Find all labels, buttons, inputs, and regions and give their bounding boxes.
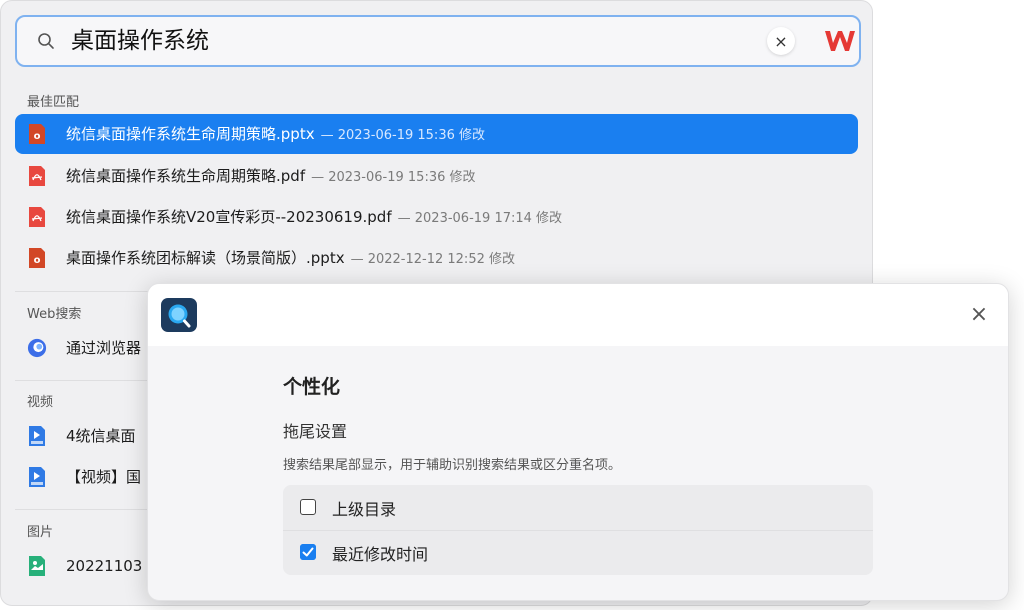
result-name: 统信桌面操作系统V20宣传彩页--20230619.pdf <box>66 208 392 226</box>
result-name: 统信桌面操作系统生命周期策略.pptx <box>66 125 315 143</box>
browser-icon <box>27 338 47 358</box>
setting-description: 搜索结果尾部显示，用于辅助识别搜索结果或区分重名项。 <box>283 458 622 473</box>
result-name: 20221103 <box>66 557 143 575</box>
group-label-best-match: 最佳匹配 <box>27 95 80 110</box>
option-label: 上级目录 <box>332 500 397 519</box>
pptx-file-icon: o <box>29 248 45 268</box>
group-label-video: 视频 <box>27 395 54 410</box>
result-meta: — 2023-06-19 15:36 修改 <box>320 128 485 143</box>
image-file-icon <box>29 556 45 576</box>
pptx-file-icon: o <box>29 124 45 144</box>
options-group: 上级目录 最近修改时间 <box>283 485 873 575</box>
group-label-image: 图片 <box>27 525 54 540</box>
result-item[interactable]: o 统信桌面操作系统生命周期策略.pptx — 2023-06-19 15:36 … <box>15 114 858 154</box>
result-name: 通过浏览器 <box>66 339 142 357</box>
section-title: 个性化 <box>283 376 341 398</box>
result-item[interactable]: o 桌面操作系统团标解读（场景简版）.pptx — 2022-12-12 12:5… <box>15 238 858 278</box>
option-label: 最近修改时间 <box>332 545 429 564</box>
search-input[interactable]: 桌面操作系统 <box>71 26 209 56</box>
result-meta: — 2022-12-12 12:52 修改 <box>350 252 515 267</box>
dialog-titlebar: × <box>148 284 1008 346</box>
option-parent-directory[interactable]: 上级目录 <box>283 485 873 530</box>
result-name: 4统信桌面 <box>66 427 136 445</box>
checkbox-checked-icon[interactable] <box>300 544 316 560</box>
svg-text:o: o <box>34 255 41 266</box>
result-meta: — 2023-06-19 17:14 修改 <box>397 211 563 226</box>
option-last-modified-time[interactable]: 最近修改时间 <box>283 530 873 575</box>
search-bar[interactable]: 桌面操作系统 × <box>15 15 861 67</box>
checkbox-unchecked[interactable] <box>300 499 316 515</box>
result-name: 桌面操作系统团标解读（场景简版）.pptx <box>66 249 345 267</box>
pdf-file-icon <box>29 207 45 227</box>
video-file-icon <box>29 426 45 446</box>
result-item[interactable]: 统信桌面操作系统生命周期策略.pdf — 2023-06-19 15:36 修改 <box>15 156 858 196</box>
result-item[interactable]: 统信桌面操作系统V20宣传彩页--20230619.pdf — 2023-06-1… <box>15 197 858 237</box>
result-meta: — 2023-06-19 15:36 修改 <box>311 170 476 185</box>
video-file-icon <box>29 467 45 487</box>
close-button[interactable]: × <box>966 302 992 328</box>
sub-title: 拖尾设置 <box>283 422 348 441</box>
group-label-web: Web搜索 <box>27 307 82 322</box>
wps-logo-icon[interactable] <box>824 28 856 54</box>
pdf-file-icon <box>29 166 45 186</box>
search-icon <box>38 33 54 49</box>
search-app-icon <box>161 298 197 332</box>
svg-text:o: o <box>34 131 41 142</box>
result-name: 【视频】国 <box>66 468 142 486</box>
settings-dialog: × 个性化 拖尾设置 搜索结果尾部显示，用于辅助识别搜索结果或区分重名项。 上级… <box>147 283 1009 601</box>
result-name: 统信桌面操作系统生命周期策略.pdf <box>66 167 306 185</box>
clear-search-button[interactable]: × <box>767 27 795 55</box>
